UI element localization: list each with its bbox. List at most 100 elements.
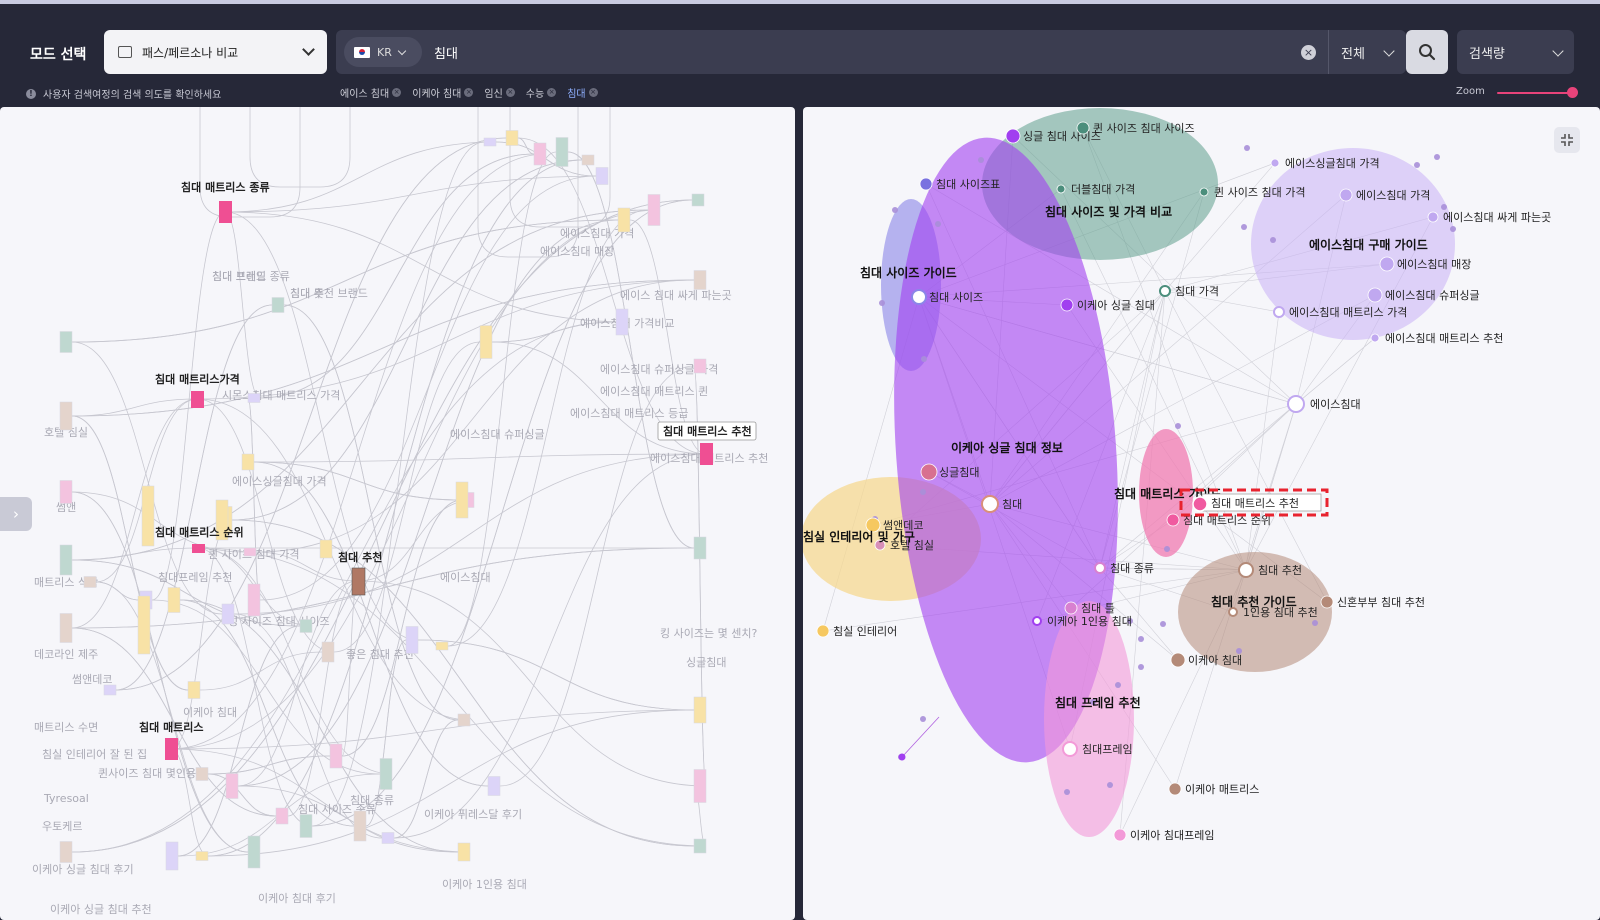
flow-node-faded[interactable] (455, 481, 469, 519)
flow-node-faded[interactable] (137, 595, 151, 655)
zoom-slider-track[interactable] (1497, 92, 1573, 94)
graph-node-minor[interactable] (1414, 162, 1420, 168)
graph-node-minor[interactable] (1450, 226, 1456, 232)
flow-node[interactable] (165, 738, 178, 760)
graph-node-minor[interactable] (1138, 664, 1144, 670)
graph-node-minor[interactable] (1115, 682, 1121, 688)
flow-node[interactable] (700, 443, 713, 465)
sort-select[interactable]: 검색량 (1457, 30, 1574, 74)
country-select[interactable]: KR (344, 37, 422, 67)
flow-node-faded[interactable] (581, 154, 595, 166)
graph-node[interactable] (1379, 256, 1395, 272)
graph-node[interactable] (920, 463, 938, 481)
flow-node-faded[interactable] (83, 576, 97, 588)
graph-node-minor[interactable] (1138, 636, 1144, 642)
flow-node-faded[interactable] (59, 480, 73, 504)
flow-node-faded[interactable] (533, 142, 547, 166)
flow-node-faded[interactable] (693, 270, 707, 290)
flow-node[interactable] (351, 567, 366, 596)
graph-node[interactable] (919, 177, 933, 191)
flow-node-faded[interactable] (195, 851, 209, 861)
flow-node-faded[interactable] (691, 193, 705, 207)
flow-node-faded[interactable] (271, 297, 285, 313)
flow-node-faded[interactable] (435, 641, 449, 651)
clear-search-button[interactable]: × (1301, 44, 1316, 60)
flow-node-faded[interactable] (225, 773, 239, 799)
graph-node[interactable] (1005, 128, 1021, 144)
keyword-chip[interactable]: 에이스 침대 × (340, 85, 402, 100)
graph-node-minor[interactable] (1441, 204, 1447, 210)
remove-chip-icon[interactable]: × (392, 88, 402, 97)
graph-node-minor[interactable] (1064, 789, 1070, 795)
flow-node-faded[interactable] (243, 547, 257, 557)
flow-node-faded[interactable] (693, 769, 707, 803)
search-input[interactable]: 침대 (434, 43, 458, 62)
remove-chip-icon[interactable]: × (464, 88, 474, 97)
flow-node-faded[interactable] (693, 358, 707, 374)
graph-node[interactable] (1032, 616, 1042, 626)
flow-node-faded[interactable] (247, 393, 261, 403)
flow-node-faded[interactable] (299, 619, 313, 633)
flow-node-faded[interactable] (187, 681, 201, 699)
flow-node-faded[interactable] (241, 453, 255, 471)
graph-node-minor[interactable] (1241, 224, 1247, 230)
flow-node-faded[interactable] (457, 842, 471, 862)
flow-node-faded[interactable] (457, 713, 471, 727)
flow-node-faded[interactable] (247, 583, 261, 617)
graph-node-minor[interactable] (898, 753, 906, 761)
keyword-chip[interactable]: 이케아 침대 × (412, 85, 474, 100)
graph-node[interactable] (1056, 184, 1066, 194)
flow-node-faded[interactable] (275, 807, 289, 825)
graph-node-minor[interactable] (1270, 237, 1276, 243)
graph-node[interactable] (1339, 188, 1353, 202)
graph-node[interactable] (1228, 607, 1238, 617)
flow-node-faded[interactable] (59, 331, 73, 353)
flow-node-faded[interactable] (329, 743, 343, 769)
graph-node-minor[interactable] (879, 300, 885, 306)
graph-node[interactable] (1166, 513, 1180, 527)
graph-node[interactable] (1270, 158, 1280, 168)
flow-node-faded[interactable] (59, 841, 73, 863)
zoom-slider-handle[interactable] (1567, 87, 1578, 98)
graph-node-minor[interactable] (1164, 546, 1170, 552)
flow-node-faded[interactable] (59, 544, 73, 576)
flow-node-faded[interactable] (693, 536, 707, 560)
flow-node-faded[interactable] (617, 207, 631, 233)
flow-node-faded[interactable] (381, 832, 395, 844)
scope-select[interactable]: 전체 (1328, 30, 1406, 74)
graph-node[interactable] (981, 495, 999, 513)
graph-node[interactable] (1094, 562, 1106, 574)
flow-node-faded[interactable] (165, 841, 179, 871)
remove-chip-icon[interactable]: × (505, 88, 515, 97)
flow-node-faded[interactable] (59, 401, 73, 431)
fit-view-button[interactable] (1554, 127, 1580, 153)
flow-node-faded[interactable] (595, 167, 609, 185)
graph-node[interactable] (1199, 187, 1209, 197)
graph-node[interactable] (1320, 595, 1334, 609)
flow-node-faded[interactable] (483, 137, 497, 147)
flow-node-faded[interactable] (487, 776, 501, 796)
keyword-chip-active[interactable]: 침대 × (567, 85, 598, 100)
flow-node-faded[interactable] (319, 539, 333, 559)
flow-node-faded[interactable] (479, 325, 493, 359)
graph-node-minor[interactable] (1107, 782, 1113, 788)
graph-node[interactable] (911, 289, 927, 305)
graph-node[interactable] (1427, 211, 1439, 223)
graph-node-minor[interactable] (1434, 154, 1440, 160)
keyword-chip[interactable]: 수능 × (526, 85, 557, 100)
flow-node-faded[interactable] (195, 767, 209, 781)
graph-node[interactable] (1062, 741, 1078, 757)
graph-node[interactable] (1238, 562, 1254, 578)
graph-node[interactable] (1064, 601, 1078, 615)
graph-node[interactable] (1076, 121, 1090, 135)
collapse-panel-button[interactable]: › (0, 497, 32, 531)
graph-node-minor[interactable] (1175, 423, 1181, 429)
graph-node-minor[interactable] (1244, 145, 1250, 151)
flow-node-faded[interactable] (693, 696, 707, 724)
search-button[interactable] (1406, 30, 1448, 74)
graph-node[interactable] (1159, 285, 1171, 297)
graph-node-minor[interactable] (1160, 621, 1166, 627)
flow-node[interactable] (191, 391, 204, 408)
flow-node[interactable] (219, 201, 232, 223)
flow-node-faded[interactable] (405, 626, 419, 654)
